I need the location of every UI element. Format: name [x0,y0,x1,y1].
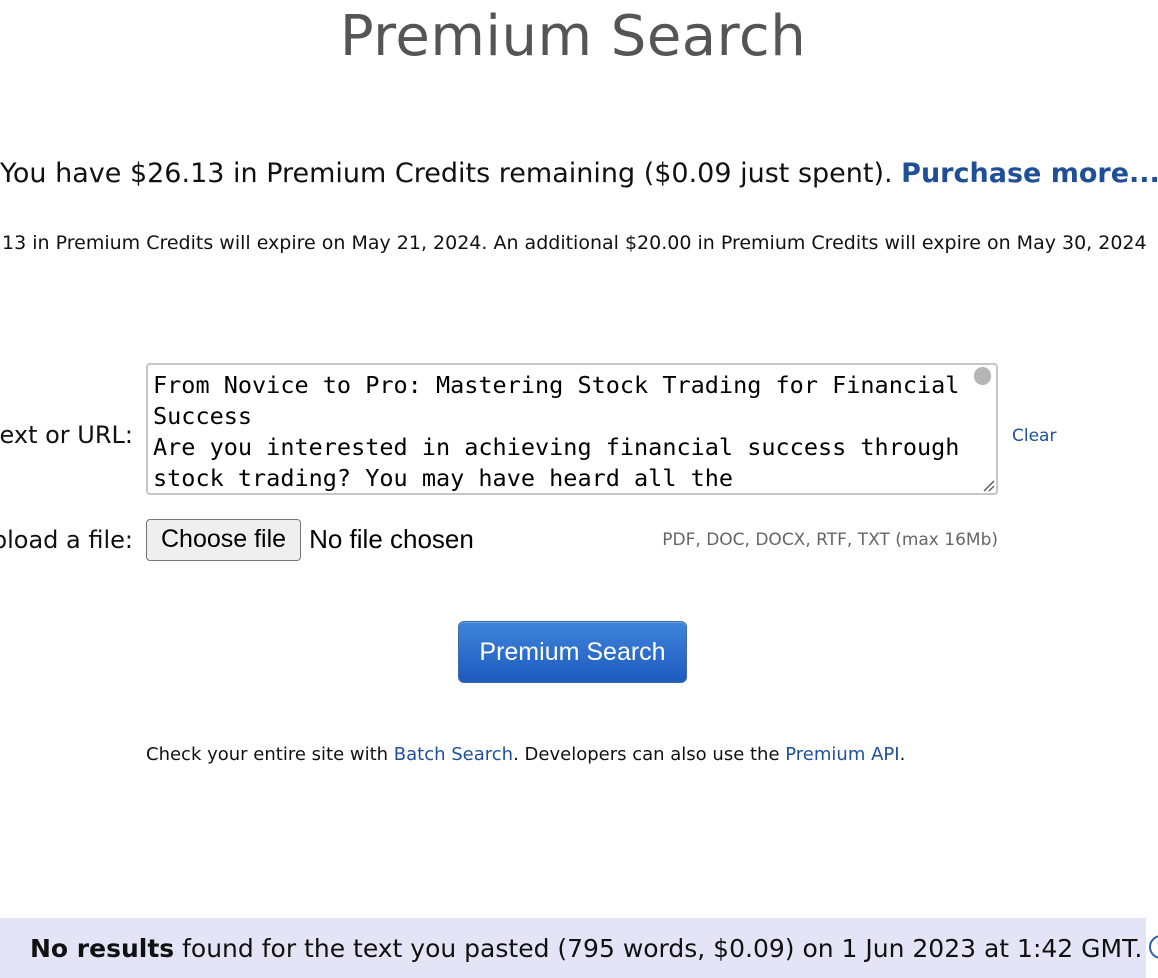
clear-link[interactable]: Clear [1012,425,1056,447]
batch-search-link[interactable]: Batch Search [394,744,513,765]
credits-expiry-text: .13 in Premium Credits will expire on Ma… [0,232,1147,254]
upload-file-label: bload a file: [0,526,133,554]
page-title: Premium Search [339,4,807,69]
help-icon[interactable]: ? [1148,934,1158,960]
info-text-1: Check your entire site with [146,744,394,765]
choose-file-button[interactable]: Choose file [146,518,302,561]
premium-api-link[interactable]: Premium API [785,744,899,765]
info-text-2: . Developers can also use the [513,744,786,765]
file-input: Choose file No file chosen [146,518,474,561]
scrollbar-thumb[interactable] [974,367,991,385]
text-or-url-label: ext or URL: [0,421,133,449]
textarea-scrollbar[interactable] [968,365,996,493]
results-message: No results found for the text you pasted… [30,932,1158,966]
textarea-value: From Novice to Pro: Mastering Stock Trad… [153,371,960,492]
resize-handle-icon[interactable] [981,478,995,492]
premium-search-page: Premium Search You have $26.13 in Premiu… [0,0,1158,978]
results-banner: No results found for the text you pasted… [0,918,1158,978]
file-types-hint: PDF, DOC, DOCX, RTF, TXT (max 16Mb) [662,530,998,550]
credits-remaining-text: You have $26.13 in Premium Credits remai… [0,158,902,189]
no-file-chosen-text: No file chosen [309,524,474,554]
info-text-3: . [899,744,906,765]
premium-search-button[interactable]: Premium Search [458,621,687,683]
purchase-more-link[interactable]: Purchase more... [901,158,1158,189]
batch-search-info: Check your entire site with Batch Search… [146,742,905,768]
credits-summary: You have $26.13 in Premium Credits remai… [0,156,1158,192]
results-detail: found for the text you pasted (795 words… [174,934,1143,963]
text-or-url-textarea[interactable]: From Novice to Pro: Mastering Stock Trad… [146,363,998,495]
no-results-label: No results [30,934,175,963]
